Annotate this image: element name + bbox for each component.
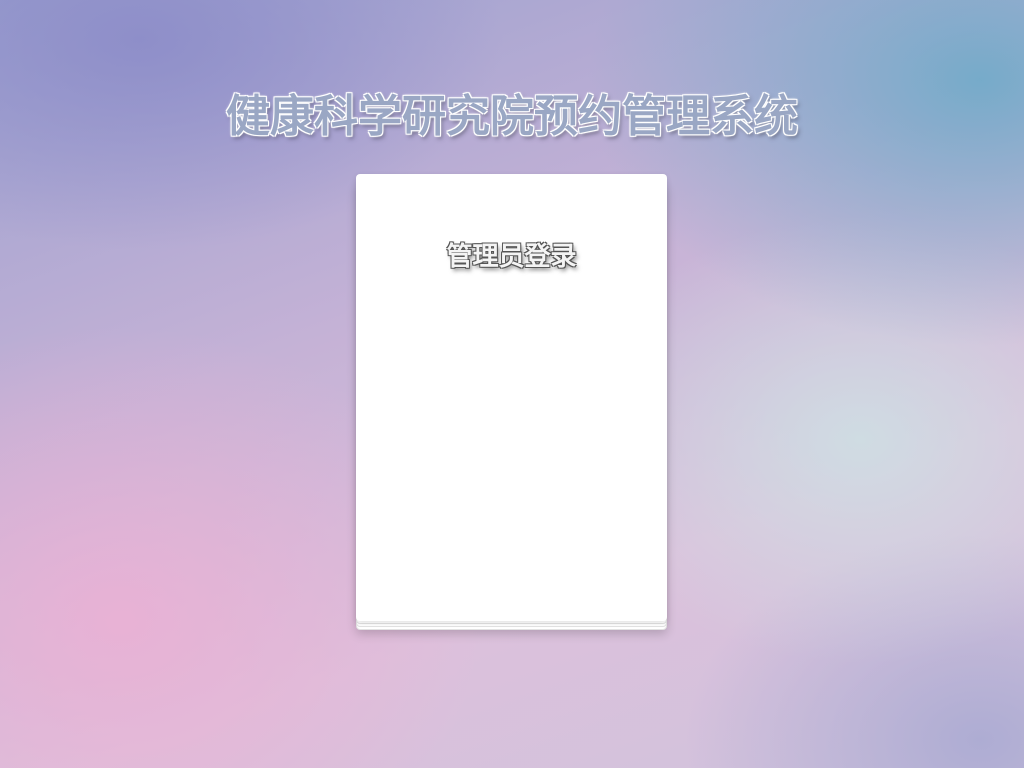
login-card: 管理员登录 bbox=[356, 174, 667, 621]
login-title: 管理员登录 bbox=[446, 242, 577, 272]
login-card-stack: 管理员登录 bbox=[356, 174, 667, 630]
system-title: 健康科学研究院预约管理系统 bbox=[226, 91, 798, 142]
